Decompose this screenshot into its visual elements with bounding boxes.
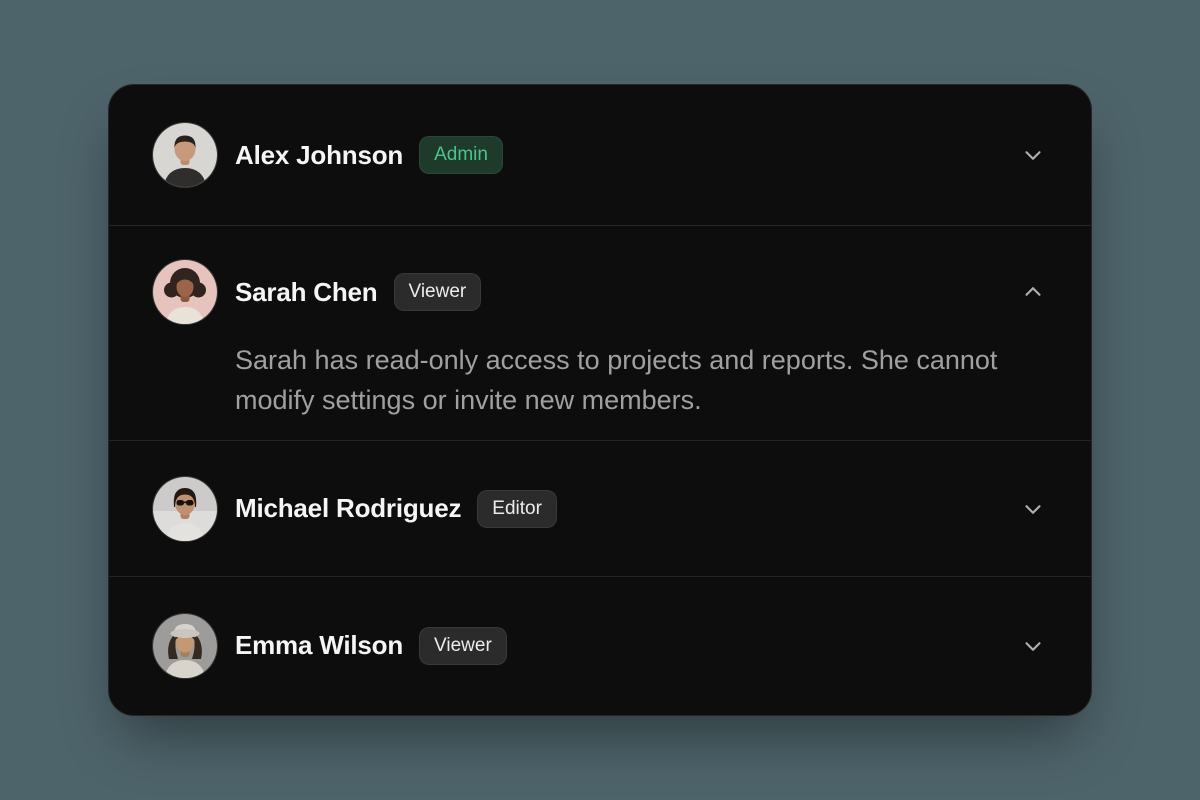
avatar bbox=[153, 477, 217, 541]
avatar bbox=[153, 614, 217, 678]
avatar-illustration bbox=[153, 260, 217, 324]
member-row-header[interactable]: Sarah Chen Viewer Sarah has read-only ac… bbox=[109, 225, 1091, 440]
member-name: Sarah Chen bbox=[235, 277, 378, 308]
role-badge: Admin bbox=[419, 136, 503, 174]
role-badge: Editor bbox=[477, 490, 557, 528]
member-row-header[interactable]: Emma Wilson Viewer bbox=[109, 576, 1091, 715]
page-background: { "theme": { "page_background": "#4e646b… bbox=[0, 0, 1200, 800]
member-name: Emma Wilson bbox=[235, 630, 403, 661]
member-row-header[interactable]: Michael Rodriguez Editor bbox=[109, 440, 1091, 575]
member-row: Sarah Chen Viewer bbox=[153, 260, 1047, 324]
avatar bbox=[153, 123, 217, 187]
role-badge: Viewer bbox=[419, 627, 507, 665]
chevron-down-icon[interactable] bbox=[1019, 632, 1047, 660]
avatar-illustration bbox=[153, 477, 217, 541]
member-description: Sarah has read-only access to projects a… bbox=[235, 340, 1015, 420]
role-badge: Viewer bbox=[394, 273, 482, 311]
member-row-header[interactable]: Alex Johnson Admin bbox=[109, 85, 1091, 225]
avatar-illustration bbox=[153, 123, 217, 187]
avatar bbox=[153, 260, 217, 324]
member-name: Alex Johnson bbox=[235, 140, 403, 171]
chevron-down-icon[interactable] bbox=[1019, 141, 1047, 169]
chevron-up-icon[interactable] bbox=[1019, 278, 1047, 306]
chevron-down-icon[interactable] bbox=[1019, 495, 1047, 523]
member-name: Michael Rodriguez bbox=[235, 493, 461, 524]
avatar-illustration bbox=[153, 614, 217, 678]
members-card: Alex Johnson Admin bbox=[108, 84, 1092, 716]
